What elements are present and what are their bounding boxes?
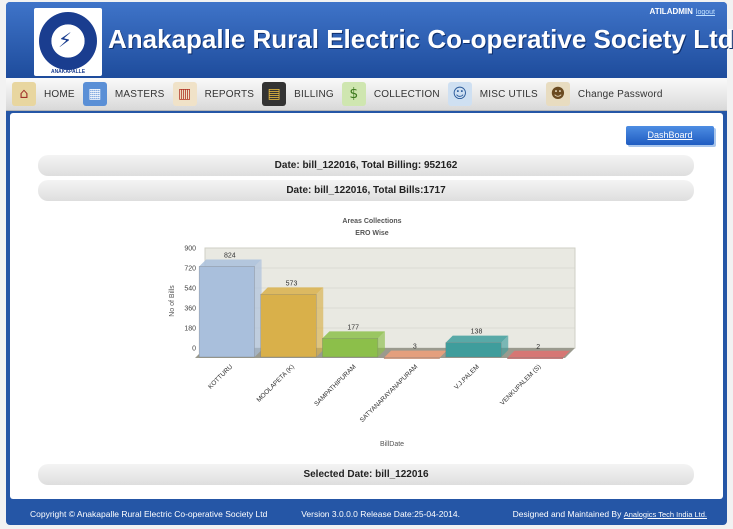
nav-collection[interactable]: $ COLLECTION	[341, 78, 440, 111]
users-icon: ☺	[447, 82, 472, 106]
app-title: Anakapalle Rural Electric Co-operative S…	[108, 24, 733, 54]
maintained-by: Designed and Maintained By Analogics Tec…	[512, 508, 707, 519]
x-axis-label: BillDate	[380, 441, 404, 448]
bar-top	[322, 331, 385, 339]
user-key-icon: ☻	[545, 82, 570, 106]
main-panel: DashBoard Date: bill_122016, Total Billi…	[10, 113, 723, 499]
lightning-icon: ⚡	[58, 28, 73, 52]
category-label: MOOLAPETA (K)	[256, 363, 296, 403]
company-link[interactable]: Analogics Tech India Ltd.	[624, 510, 707, 519]
bar-v-j-palem	[445, 342, 502, 358]
bar-venkupalem-s-	[507, 357, 564, 359]
header: ⚡ ANAKAPALLE Anakapalle Rural Electric C…	[6, 2, 733, 78]
main-nav: ⌂ HOME ▦ MASTERS ▥ REPORTS ▤ BILLING $ C…	[6, 78, 727, 111]
data-label: 2	[536, 344, 540, 351]
bar-side	[316, 287, 324, 357]
bar-side	[254, 259, 262, 357]
y-tick-label: 360	[184, 306, 196, 313]
y-tick-label: 720	[184, 266, 196, 273]
bar-kotturu	[198, 266, 255, 358]
bar-top	[260, 287, 324, 295]
society-logo: ⚡ ANAKAPALLE	[34, 8, 102, 76]
dashboard-button[interactable]: DashBoard	[626, 126, 714, 145]
footer: Copyright © Anakapalle Rural Electric Co…	[6, 502, 727, 525]
data-label: 3	[413, 344, 417, 351]
money-icon: $	[341, 82, 366, 106]
nav-billing[interactable]: ▤ BILLING	[262, 78, 334, 111]
category-label: V.J.PALEM	[453, 363, 481, 391]
nav-home[interactable]: ⌂ HOME	[12, 78, 75, 111]
user-box: ATILADMIN logout	[650, 7, 715, 16]
selected-date-bar: Selected Date: bill_122016	[38, 464, 694, 485]
category-label: VENKUPALEM (S)	[499, 363, 542, 406]
data-label: 177	[347, 324, 359, 331]
bar-top	[445, 335, 509, 343]
nav-change-password[interactable]: ☻ Change Password	[545, 78, 663, 111]
category-label: SAMPATHIPURAM	[313, 363, 357, 407]
nav-masters[interactable]: ▦ MASTERS	[82, 78, 165, 111]
y-axis-label: No of Bills	[169, 285, 176, 317]
report-icon: ▥	[172, 82, 197, 106]
version-text: Version 3.0.0.0 Release Date:25-04-2014.	[301, 508, 460, 519]
y-tick-label: 0	[192, 346, 196, 353]
data-label: 824	[224, 252, 236, 259]
nav-reports[interactable]: ▥ REPORTS	[172, 78, 255, 111]
app-frame: ⚡ ANAKAPALLE Anakapalle Rural Electric C…	[6, 2, 733, 525]
y-tick-label: 540	[184, 286, 196, 293]
data-label: 138	[471, 329, 483, 336]
nav-misc-utils[interactable]: ☺ MISC UTILS	[447, 78, 538, 111]
copyright-text: Copyright © Anakapalle Rural Electric Co…	[30, 508, 268, 519]
bar-sampathipuram	[322, 338, 379, 358]
home-icon: ⌂	[12, 82, 36, 106]
logout-link[interactable]: logout	[696, 9, 715, 16]
plot-area: 0 180 360 540 720 900 824 KOTTURU 573 MOOLAPETA (…	[184, 246, 576, 424]
username: ATILADMIN	[649, 7, 693, 16]
category-label: KOTTURU	[207, 363, 234, 390]
y-tick-label: 900	[184, 246, 196, 253]
data-label: 573	[286, 280, 298, 287]
total-billing-summary: Date: bill_122016, Total Billing: 952162	[38, 155, 694, 176]
calendar-icon: ▦	[82, 82, 107, 106]
y-tick-label: 180	[184, 326, 196, 333]
bar-top	[199, 259, 262, 267]
bar-top	[507, 350, 570, 358]
bar-satyanarayanapuram	[383, 357, 440, 359]
total-bills-summary: Date: bill_122016, Total Bills:1717	[38, 180, 694, 201]
bar-moolapeta-k-	[260, 294, 317, 358]
chart-title: Areas Collections	[342, 218, 401, 225]
chart-subtitle: ERO Wise	[355, 230, 388, 237]
areas-collections-chart: Areas Collections ERO Wise 0 180 360 540 720…	[169, 218, 576, 448]
category-label: SATYANARAYANAPURAM	[359, 363, 420, 424]
bar-top	[384, 350, 447, 358]
billing-icon: ▤	[262, 82, 287, 106]
